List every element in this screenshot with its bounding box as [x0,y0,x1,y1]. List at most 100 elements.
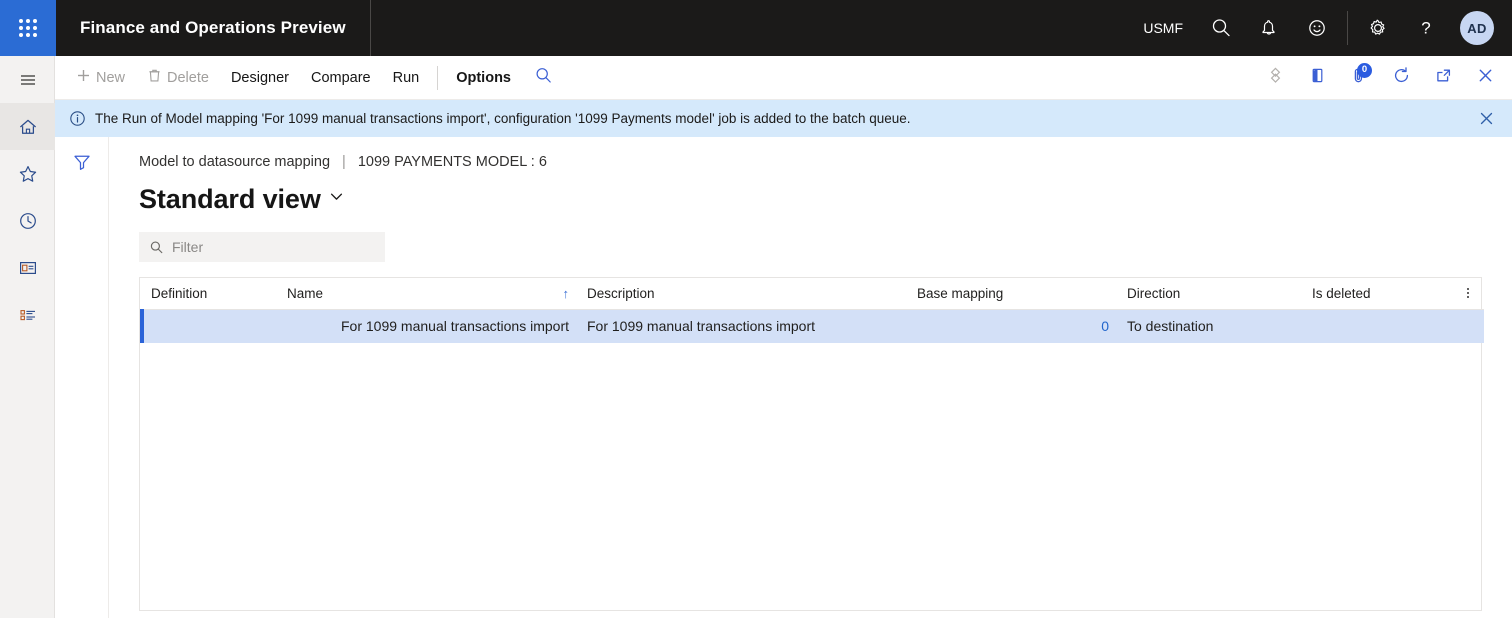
smiley-icon [1306,17,1328,39]
delete-button[interactable]: Delete [136,62,220,94]
breadcrumb-separator: | [342,154,346,170]
table-row[interactable]: For 1099 manual transactions import For … [140,309,1484,343]
column-header-base-mapping[interactable]: Base mapping [908,278,1118,310]
show-filter-pane-button[interactable] [66,149,98,179]
company-selector[interactable]: USMF [1129,20,1197,36]
grid-header-row: Definition Name ↑ Description Base mappi… [142,278,1484,310]
app-title: Finance and Operations Preview [80,18,346,37]
filter-pane-rail [55,137,109,618]
cell-row-options [1458,309,1484,343]
app-body: New Delete Designer Compare Run Options [0,56,1512,618]
column-header-definition-label: Definition [151,285,208,301]
info-icon [69,110,86,127]
action-pane: New Delete Designer Compare Run Options [55,56,1512,100]
quick-filter-input[interactable] [172,239,375,255]
app-launcher-button[interactable] [0,0,56,56]
page-title: Standard view [139,183,321,214]
action-pane-right-icons: 0 [1254,56,1512,100]
plus-icon [76,68,91,87]
designer-button[interactable]: Designer [220,62,300,94]
more-options-icon [1467,288,1469,299]
refresh-icon [1391,65,1412,91]
star-icon [17,163,39,185]
hamburger-icon [17,69,39,91]
designer-button-label: Designer [230,69,289,86]
cell-description[interactable]: For 1099 manual transactions import [578,309,908,343]
column-header-description[interactable]: Description [578,278,908,310]
data-grid: Definition Name ↑ Description Base mappi… [139,277,1484,611]
trash-icon [147,68,162,87]
action-search-button[interactable] [522,56,564,100]
run-button[interactable]: Run [382,62,431,94]
office-export-icon [1307,65,1328,91]
main-region: New Delete Designer Compare Run Options [55,56,1512,618]
chevron-down-icon [328,188,345,210]
office-export-button[interactable] [1296,56,1338,100]
sidebar-item-navigation-menu[interactable] [0,56,55,103]
app-launcher-icon [19,19,37,37]
breadcrumb-main[interactable]: Model to datasource mapping [139,154,330,170]
workspace-icon [17,257,39,279]
top-navigation-bar: Finance and Operations Preview USMF ? AD [0,0,1512,56]
help-button[interactable]: ? [1402,0,1450,56]
column-header-is-deleted[interactable]: Is deleted [1303,278,1458,310]
sidebar-item-modules[interactable] [0,291,55,338]
page-title-dropdown[interactable]: Standard view [139,182,345,216]
close-page-button[interactable] [1464,56,1506,100]
delete-button-label: Delete [167,69,209,86]
personalize-icon [1265,65,1286,91]
sidebar-item-workspaces[interactable] [0,244,55,291]
user-avatar[interactable]: AD [1460,11,1494,45]
dismiss-message-button[interactable] [1472,105,1500,133]
sidebar-item-recent[interactable] [0,197,55,244]
topbar-right-cluster: USMF ? AD [1129,0,1512,56]
breadcrumb-record: 1099 PAYMENTS MODEL : 6 [357,154,547,170]
options-tab-label: Options [456,69,511,86]
left-navigation-rail [0,56,55,618]
cell-name[interactable]: For 1099 manual transactions import [278,309,578,343]
column-header-definition[interactable]: Definition [142,278,278,310]
funnel-filter-icon [72,152,92,177]
search-icon [1210,17,1232,39]
column-header-is-deleted-label: Is deleted [1312,285,1371,301]
info-message-bar: The Run of Model mapping 'For 1099 manua… [55,100,1512,137]
grid-empty-area [140,343,1481,610]
options-tab[interactable]: Options [445,62,522,94]
topbar-icon-divider [1347,11,1348,45]
cell-definition[interactable] [140,309,278,343]
column-header-direction[interactable]: Direction [1118,278,1303,310]
notifications-button[interactable] [1245,0,1293,56]
close-icon [1475,65,1496,91]
quick-filter-box[interactable] [139,232,385,262]
base-mapping-link[interactable]: 0 [1101,318,1109,334]
open-in-new-window-button[interactable] [1422,56,1464,100]
settings-button[interactable] [1354,0,1402,56]
new-button-label: New [96,69,126,86]
column-header-direction-label: Direction [1127,285,1181,301]
home-icon [17,116,39,138]
info-message-text: The Run of Model mapping 'For 1099 manua… [95,111,911,126]
column-options-button[interactable] [1458,278,1484,310]
bell-icon [1258,17,1280,39]
breadcrumb: Model to datasource mapping | 1099 PAYME… [139,151,1482,173]
new-button[interactable]: New [65,62,136,94]
attachments-button[interactable]: 0 [1338,56,1380,100]
cell-is-deleted[interactable] [1303,309,1458,343]
clock-icon [17,210,39,232]
cell-direction[interactable]: To destination [1118,309,1303,343]
column-header-description-label: Description [587,285,655,301]
search-icon [534,66,553,90]
gear-icon [1367,17,1389,39]
cell-base-mapping[interactable]: 0 [908,309,1118,343]
global-search-button[interactable] [1197,0,1245,56]
column-header-base-mapping-label: Base mapping [917,285,1004,301]
compare-button[interactable]: Compare [300,62,382,94]
search-icon [149,240,164,255]
sidebar-item-home[interactable] [0,103,55,150]
question-mark-icon: ? [1415,17,1437,39]
sidebar-item-favorites[interactable] [0,150,55,197]
feedback-button[interactable] [1293,0,1341,56]
refresh-button[interactable] [1380,56,1422,100]
column-header-name[interactable]: Name ↑ [278,278,578,310]
personalize-button[interactable] [1254,56,1296,100]
